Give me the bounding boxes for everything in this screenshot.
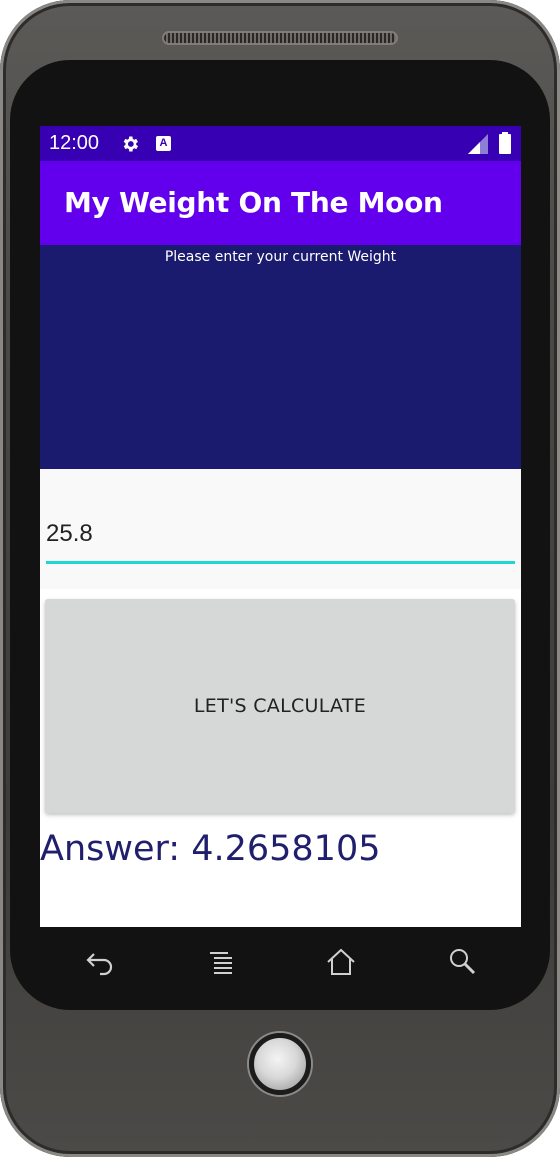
search-icon[interactable] [445, 945, 479, 979]
status-bar: 12:00 A [40, 126, 521, 161]
phone-device-frame: 12:00 A My Weight On The Moon Please ent… [0, 0, 560, 1157]
battery-icon [499, 132, 511, 154]
calculate-button[interactable]: LET'S CALCULATE [45, 599, 515, 813]
hardware-home-button[interactable] [249, 1033, 311, 1095]
prompt-panel: Please enter your current Weight [40, 245, 521, 469]
back-icon[interactable] [82, 945, 116, 979]
answer-text: Answer: 4.2658105 [40, 829, 381, 869]
app-bar: My Weight On The Moon [40, 161, 521, 245]
weight-prompt-label: Please enter your current Weight [164, 249, 397, 265]
earpiece-speaker [162, 31, 398, 45]
a-icon: A [156, 136, 171, 151]
app-screen: 12:00 A My Weight On The Moon Please ent… [40, 126, 521, 927]
signal-icon [468, 134, 488, 154]
input-area [40, 469, 521, 589]
menu-icon[interactable] [204, 945, 238, 979]
home-icon[interactable] [324, 945, 358, 979]
app-title: My Weight On The Moon [64, 186, 443, 219]
system-nav-bar [40, 927, 521, 997]
status-time: 12:00 [49, 132, 100, 154]
gear-icon [123, 136, 138, 152]
weight-input[interactable] [46, 506, 515, 564]
